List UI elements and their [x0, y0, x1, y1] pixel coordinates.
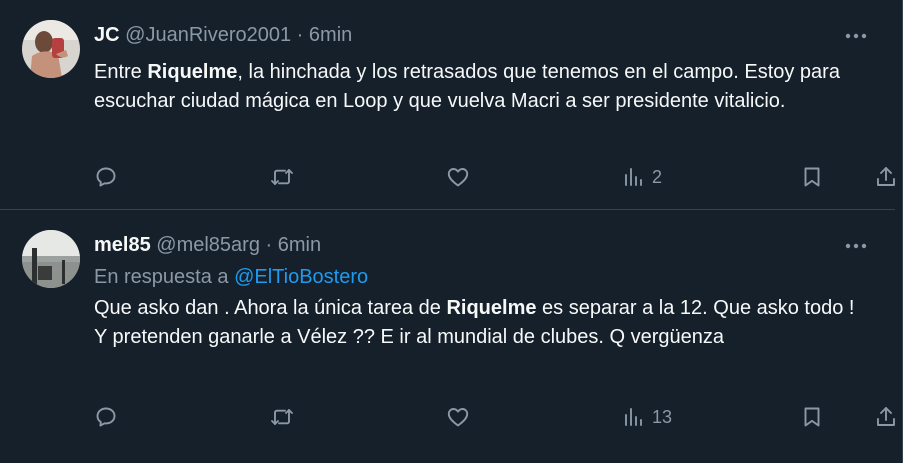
views-count: 13 [652, 406, 673, 427]
views-icon [625, 408, 642, 426]
avatar[interactable] [22, 20, 80, 78]
bookmark-button[interactable] [800, 402, 824, 432]
tweet-header: JC @JuanRivero2001 · 6min [94, 22, 352, 48]
share-button[interactable] [874, 162, 898, 192]
user-handle[interactable]: @mel85arg [156, 234, 260, 256]
share-icon [877, 407, 895, 426]
tweet-text: Entre Riquelme, la hinchada y los retras… [94, 58, 864, 116]
reply-prefix: En respuesta a [94, 266, 235, 288]
views-icon [625, 168, 642, 186]
like-icon [447, 168, 469, 187]
reply-icon [96, 407, 116, 427]
tweet-text-start: Entre [94, 61, 148, 83]
tweet-header: mel85 @mel85arg · 6min [94, 232, 321, 258]
retweet-icon [271, 409, 293, 425]
reply-icon [96, 167, 116, 187]
views-count: 2 [652, 166, 663, 187]
retweet-icon [271, 169, 293, 185]
separator-dot: · [265, 234, 273, 256]
display-name[interactable]: JC [94, 24, 120, 46]
like-button[interactable] [446, 402, 470, 432]
bookmark-icon [804, 167, 820, 187]
views-button[interactable]: 13 [622, 402, 672, 432]
display-name[interactable]: mel85 [94, 234, 151, 256]
reply-button[interactable] [94, 162, 118, 192]
retweet-button[interactable] [270, 402, 294, 432]
more-icon[interactable] [843, 236, 869, 256]
timeline: JC @JuanRivero2001 · 6min Entre Riquelme… [0, 0, 903, 463]
reply-button[interactable] [94, 402, 118, 432]
tweet[interactable]: mel85 @mel85arg · 6min En respuesta a @E… [0, 210, 895, 463]
share-icon [877, 167, 895, 186]
reply-context: En respuesta a @ElTioBostero [94, 264, 368, 290]
bookmark-button[interactable] [800, 162, 824, 192]
share-button[interactable] [874, 402, 898, 432]
separator-dot: · [296, 24, 304, 46]
user-handle[interactable]: @JuanRivero2001 [125, 24, 291, 46]
bookmark-icon [804, 407, 820, 427]
avatar[interactable] [22, 230, 80, 288]
action-bar: 2 [94, 162, 895, 192]
timestamp[interactable]: 6min [278, 234, 321, 256]
retweet-button[interactable] [270, 162, 294, 192]
views-button[interactable]: 2 [622, 162, 662, 192]
like-icon [447, 408, 469, 427]
highlighted-term: Riquelme [147, 61, 238, 83]
timestamp[interactable]: 6min [309, 24, 352, 46]
tweet[interactable]: JC @JuanRivero2001 · 6min Entre Riquelme… [0, 0, 895, 210]
reply-mention-link[interactable]: @ElTioBostero [234, 266, 368, 288]
tweet-text-start: Que asko dan . Ahora la única tarea de [94, 297, 447, 319]
highlighted-term: Riquelme [446, 297, 537, 319]
action-bar: 13 [94, 402, 895, 432]
tweet-text: Que asko dan . Ahora la única tarea de R… [94, 294, 864, 352]
like-button[interactable] [446, 162, 470, 192]
more-icon[interactable] [843, 26, 869, 46]
